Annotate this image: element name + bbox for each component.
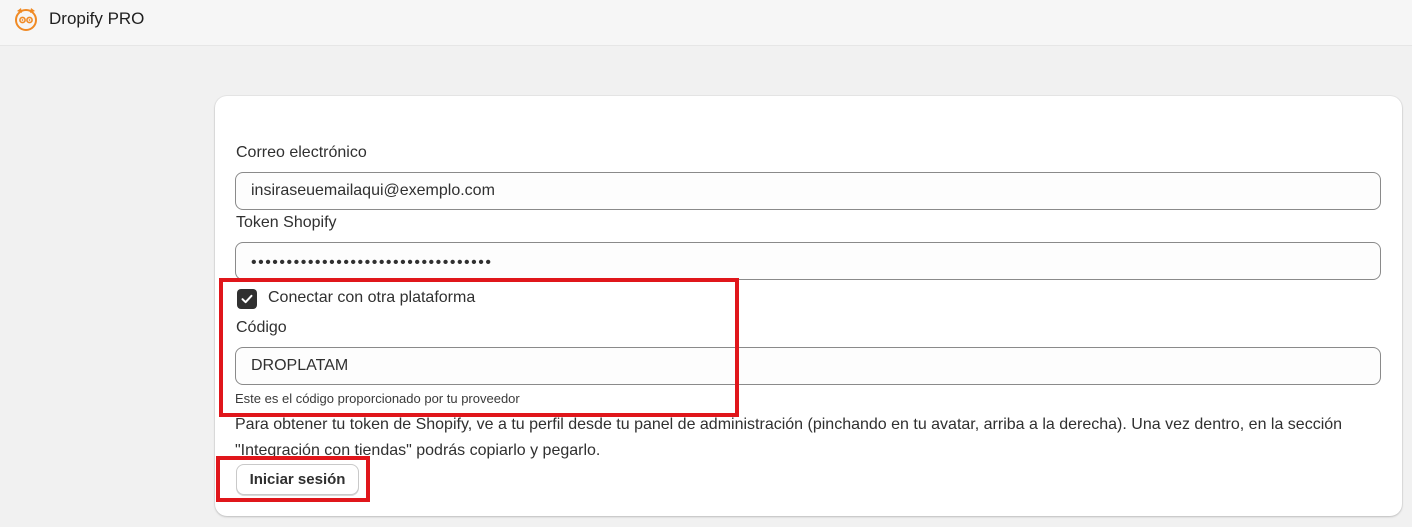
email-label: Correo electrónico [236,144,367,161]
annotation-highlight-code-section [219,278,739,417]
dropify-logo-icon [13,7,39,31]
token-field[interactable]: •••••••••••••••••••••••••••••••••• [235,242,1381,280]
token-instructions: Para obtener tu token de Shopify, ve a t… [235,416,1343,459]
token-label: Token Shopify [236,214,337,231]
top-bar: Dropify PRO [0,0,1412,46]
email-field[interactable]: insiraseuemailaqui@exemplo.com [235,172,1381,210]
annotation-highlight-login-button [216,456,370,502]
app-title: Dropify PRO [49,9,145,28]
